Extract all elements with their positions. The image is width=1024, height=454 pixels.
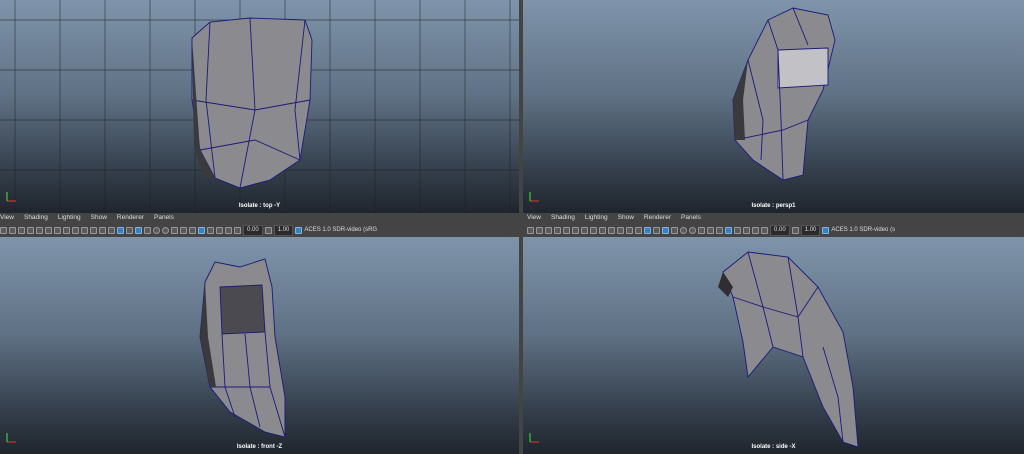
menu-show[interactable]: Show xyxy=(618,213,634,223)
persp-mesh xyxy=(732,7,836,181)
camera-attributes-icon[interactable] xyxy=(536,226,543,234)
ambient-occlusion-icon[interactable] xyxy=(689,226,696,234)
lights-icon[interactable] xyxy=(671,226,678,234)
menu-panels[interactable]: Panels xyxy=(681,213,701,223)
camera-attributes-icon[interactable] xyxy=(9,226,16,234)
viewport-top[interactable]: Isolate : top -Y xyxy=(0,0,519,213)
wireframe-on-shaded-icon[interactable] xyxy=(126,226,133,234)
menu-view[interactable]: View xyxy=(0,213,14,223)
viewport-front[interactable]: Isolate : front -Z xyxy=(0,237,519,454)
isolate-icon[interactable] xyxy=(198,226,205,234)
menu-lighting[interactable]: Lighting xyxy=(585,213,608,223)
camera-icon[interactable] xyxy=(0,226,7,234)
depth-of-field-icon[interactable] xyxy=(189,226,196,234)
menu-shading[interactable]: Shading xyxy=(551,213,575,223)
xray-icon[interactable] xyxy=(207,226,214,234)
depth-of-field-icon[interactable] xyxy=(716,226,723,234)
menu-renderer[interactable]: Renderer xyxy=(117,213,144,223)
viewport-splitter[interactable] xyxy=(519,0,523,454)
color-space-select[interactable]: ACES 1.0 SDR-video (sRG xyxy=(304,227,377,233)
gamma-icon xyxy=(791,226,799,234)
shadows-icon[interactable] xyxy=(680,226,687,234)
safe-action-icon[interactable] xyxy=(90,226,97,234)
exposure-icon xyxy=(234,226,241,234)
viewport-persp[interactable]: Isolate : persp1 xyxy=(523,0,1024,213)
isolate-icon[interactable] xyxy=(725,226,732,234)
viewport-label: Isolate : top -Y xyxy=(238,203,281,209)
textured-icon[interactable] xyxy=(135,226,142,234)
menu-shading[interactable]: Shading xyxy=(24,213,48,223)
color-management-icon[interactable] xyxy=(822,226,830,234)
menu-view[interactable]: View xyxy=(527,213,541,223)
backface-culling-icon[interactable] xyxy=(225,226,232,234)
viewport-label: Isolate : front -Z xyxy=(236,444,283,450)
field-chart-icon[interactable] xyxy=(81,226,88,234)
field-chart-icon[interactable] xyxy=(608,226,615,234)
safe-title-icon[interactable] xyxy=(626,226,633,234)
bookmark-icon[interactable] xyxy=(18,226,25,234)
motion-blur-icon[interactable] xyxy=(171,226,178,234)
gamma-field[interactable]: 1.00 xyxy=(273,224,294,236)
menu-lighting[interactable]: Lighting xyxy=(58,213,81,223)
viewport-label: Isolate : persp1 xyxy=(751,203,796,209)
gamma-icon xyxy=(264,226,272,234)
panel-toolbar: 0.00 1.00 ACES 1.0 SDR-video (s xyxy=(523,223,1024,237)
safe-action-icon[interactable] xyxy=(617,226,624,234)
grease-pencil-icon[interactable] xyxy=(572,226,579,234)
grid-icon[interactable] xyxy=(581,226,588,234)
camera-icon[interactable] xyxy=(527,226,534,234)
xray-icon[interactable] xyxy=(734,226,741,234)
motion-blur-icon[interactable] xyxy=(698,226,705,234)
anti-aliasing-icon[interactable] xyxy=(707,226,714,234)
color-space-select[interactable]: ACES 1.0 SDR-video (s xyxy=(831,227,895,233)
wireframe-icon[interactable] xyxy=(635,226,642,234)
shaded-icon[interactable] xyxy=(644,226,651,234)
grease-pencil-icon[interactable] xyxy=(45,226,52,234)
wireframe-on-shaded-icon[interactable] xyxy=(653,226,660,234)
resolution-gate-icon[interactable] xyxy=(63,226,70,234)
film-gate-icon[interactable] xyxy=(563,226,570,234)
backface-culling-icon[interactable] xyxy=(752,226,759,234)
panel-menu: View Shading Lighting Show Renderer Pane… xyxy=(523,213,1024,223)
front-mesh xyxy=(199,258,286,438)
bookmark-icon[interactable] xyxy=(545,226,552,234)
exposure-field[interactable]: 0.00 xyxy=(770,224,790,236)
exposure-icon xyxy=(761,226,768,234)
shadows-icon[interactable] xyxy=(153,226,160,234)
resolution-gate-icon[interactable] xyxy=(590,226,597,234)
gate-mask-icon[interactable] xyxy=(599,226,606,234)
ambient-occlusion-icon[interactable] xyxy=(162,226,169,234)
menu-panels[interactable]: Panels xyxy=(154,213,174,223)
anti-aliasing-icon[interactable] xyxy=(180,226,187,234)
grid-icon[interactable] xyxy=(54,226,61,234)
gate-mask-icon[interactable] xyxy=(72,226,79,234)
panel-menu: View Shading Lighting Show Renderer Pane… xyxy=(0,213,519,223)
panel-toolbar: 0.00 1.00 ACES 1.0 SDR-video (sRG xyxy=(0,223,519,237)
lights-icon[interactable] xyxy=(144,226,151,234)
textured-icon[interactable] xyxy=(662,226,669,234)
top-grid-mesh xyxy=(0,0,519,213)
shaded-icon[interactable] xyxy=(117,226,124,234)
color-management-icon[interactable] xyxy=(295,226,303,234)
side-mesh xyxy=(718,251,859,448)
viewport-label: Isolate : side -X xyxy=(751,444,796,450)
viewport-side[interactable]: Isolate : side -X xyxy=(523,237,1024,454)
gamma-field[interactable]: 1.00 xyxy=(800,224,821,236)
film-gate-icon[interactable] xyxy=(36,226,43,234)
menu-show[interactable]: Show xyxy=(91,213,107,223)
safe-title-icon[interactable] xyxy=(99,226,106,234)
wireframe-icon[interactable] xyxy=(108,226,115,234)
image-plane-icon[interactable] xyxy=(554,226,561,234)
image-plane-icon[interactable] xyxy=(27,226,34,234)
panel-bar-right: View Shading Lighting Show Renderer Pane… xyxy=(523,213,1024,237)
xray-joints-icon[interactable] xyxy=(743,226,750,234)
xray-joints-icon[interactable] xyxy=(216,226,223,234)
menu-renderer[interactable]: Renderer xyxy=(644,213,671,223)
panel-bar-left: View Shading Lighting Show Renderer Pane… xyxy=(0,213,519,237)
exposure-field[interactable]: 0.00 xyxy=(243,224,263,236)
